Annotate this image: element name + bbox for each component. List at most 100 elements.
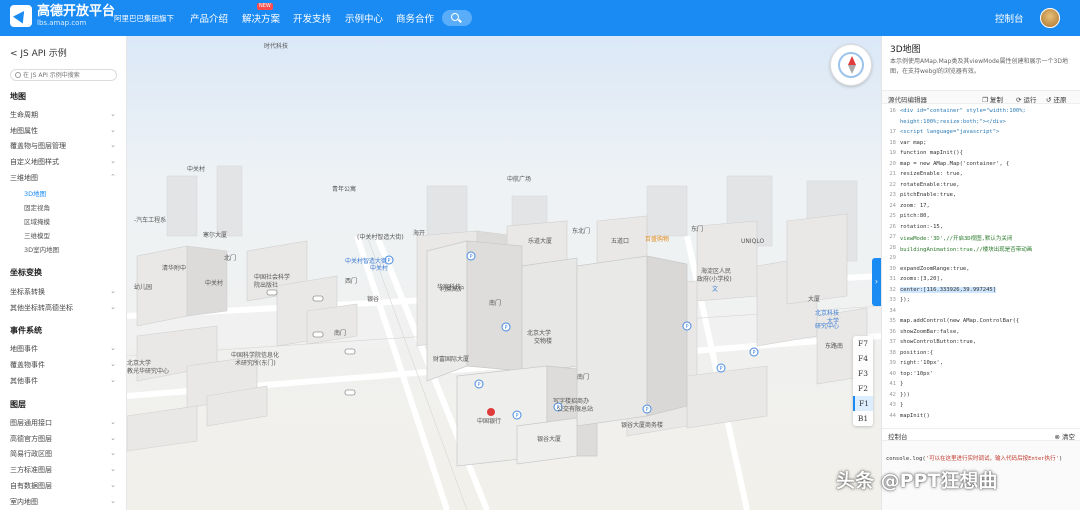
- nav-business[interactable]: 商务合作: [396, 11, 434, 25]
- map-label[interactable]: 青年公寓: [332, 184, 356, 193]
- nav-products[interactable]: 产品介绍: [190, 11, 228, 25]
- floor-f1[interactable]: F1: [853, 396, 873, 411]
- map-label[interactable]: -汽车工程系: [134, 215, 166, 224]
- sidebar-item-map-props[interactable]: 地图属性 ⌄: [10, 126, 116, 136]
- map-label[interactable]: UNIQLO: [741, 238, 764, 245]
- map-label[interactable]: 利莱高炉: [440, 284, 464, 293]
- sidebar-item-lifecycle[interactable]: 生命周期 ⌄: [10, 110, 116, 120]
- back-to-jsapi-examples[interactable]: < JS API 示例: [10, 46, 67, 59]
- map-label[interactable]: 教光华研究中心: [127, 366, 169, 375]
- sidebar-item-map-events[interactable]: 地图事件 ⌄: [10, 344, 116, 354]
- nav-dev-support[interactable]: 开发支持: [293, 11, 331, 25]
- sidebar-item-district[interactable]: 简易行政区图 ⌄: [10, 449, 116, 459]
- map-label[interactable]: 百盛购物: [645, 234, 669, 243]
- map-label[interactable]: 银谷大厦: [537, 434, 561, 443]
- map-label[interactable]: 幼儿园: [134, 282, 152, 291]
- map-label[interactable]: 交物楼: [534, 336, 552, 345]
- console-link[interactable]: 控制台: [995, 11, 1024, 25]
- map-label[interactable]: 中航广场: [507, 174, 531, 183]
- map-label[interactable]: 南门: [489, 298, 501, 307]
- sidebar-item-coord-convert[interactable]: 坐标系转换 ⌄: [10, 287, 116, 297]
- map-label[interactable]: 中国银行: [477, 416, 501, 425]
- amap-logo[interactable]: 高德开放平台 lbs.amap.com: [10, 5, 115, 27]
- map-label[interactable]: 大厦: [808, 294, 820, 303]
- floor-b1[interactable]: B1: [853, 411, 873, 426]
- floor-f7[interactable]: F7: [853, 336, 873, 351]
- map-label[interactable]: 财富国际大厦: [433, 354, 469, 363]
- sidebar-item-label: 自有数据图层: [10, 482, 52, 490]
- code-line: 42 })): [882, 392, 1080, 402]
- sidebar-sub-fixed-view[interactable]: 固定视角: [24, 202, 50, 212]
- sidebar-sub-3d-map[interactable]: 3D地图: [24, 188, 46, 198]
- panel-collapse-toggle[interactable]: ›: [872, 258, 881, 306]
- map-label[interactable]: 银谷大厦商务楼: [621, 420, 663, 429]
- map-label[interactable]: 海开: [413, 228, 425, 237]
- floor-f2[interactable]: F2: [853, 381, 873, 396]
- sidebar-item-official-layers[interactable]: 高德官方图层 ⌄: [10, 434, 116, 444]
- nav-solutions[interactable]: 解决方案: [242, 11, 280, 25]
- map-label[interactable]: 北京大学: [127, 358, 151, 367]
- map-label[interactable]: 政府(小学校): [697, 274, 732, 283]
- code-line: 29: [882, 255, 1080, 265]
- sidebar-item-other-events[interactable]: 其他事件 ⌄: [10, 376, 116, 386]
- code-line: 24 zoom: 17,: [882, 203, 1080, 213]
- sidebar-sub-3d-model[interactable]: 三维模型: [24, 230, 50, 240]
- line-number: 41: [889, 381, 896, 387]
- sidebar-item-other-coord[interactable]: 其他坐标转高德坐标 ⌄: [10, 303, 116, 313]
- map-label[interactable]: 文: [712, 284, 718, 293]
- sidebar-search[interactable]: [10, 69, 117, 81]
- map-label[interactable]: 北门: [224, 253, 236, 262]
- map-label[interactable]: 五道口: [611, 236, 629, 245]
- map-label[interactable]: 东北门: [572, 226, 590, 235]
- map-label[interactable]: 术研究所(东门): [235, 358, 276, 367]
- compass-control[interactable]: [830, 44, 872, 86]
- reset-button[interactable]: ↺ 还原: [1046, 94, 1067, 104]
- sidebar-sub-area-mask[interactable]: 区域掩模: [24, 216, 50, 226]
- code-text: map.addControl(new AMap.ControlBar({: [900, 318, 1020, 324]
- map-label[interactable]: 南门: [577, 372, 589, 381]
- map-label[interactable]: 西门: [345, 276, 357, 285]
- code-line: 43}: [882, 402, 1080, 412]
- sidebar-item-indoor[interactable]: 室内地图 ⌄: [10, 497, 116, 507]
- chevron-down-icon: ⌄: [110, 360, 116, 368]
- sidebar-item-third-party[interactable]: 三方标准图层 ⌄: [10, 465, 116, 475]
- sidebar-item-label: 其他坐标转高德坐标: [10, 304, 73, 312]
- map-label[interactable]: 东门: [691, 224, 703, 233]
- floor-f3[interactable]: F3: [853, 366, 873, 381]
- sidebar-item-overlay-events[interactable]: 覆盖物事件 ⌄: [10, 360, 116, 370]
- sidebar-item-own-data[interactable]: 自有数据图层 ⌄: [10, 481, 116, 491]
- map-label[interactable]: 银谷: [367, 294, 379, 303]
- sidebar-item-layer-api[interactable]: 图层通用接口 ⌄: [10, 418, 116, 428]
- run-label: 运行: [1023, 96, 1037, 104]
- map-label[interactable]: 寒尔大厦: [203, 230, 227, 239]
- map-label[interactable]: (中关村智造大街): [357, 232, 404, 241]
- code-text: <div id="container" style="width:100%;: [900, 108, 1026, 114]
- sidebar-search-input[interactable]: [23, 70, 115, 80]
- map-label[interactable]: 清华附中: [162, 263, 186, 272]
- floor-f4[interactable]: F4: [853, 351, 873, 366]
- map-label[interactable]: 中关村: [370, 263, 388, 272]
- alibaba-group-link[interactable]: 阿里巴巴集团旗下: [114, 13, 174, 24]
- sidebar-item-3d-map[interactable]: 三维地图 ⌃: [10, 173, 116, 183]
- sidebar-item-custom-style[interactable]: 自定义地图样式 ⌄: [10, 157, 116, 167]
- map-label[interactable]: 研究中心: [815, 321, 839, 330]
- nav-examples[interactable]: 示例中心: [345, 11, 383, 25]
- sidebar-item-overlay-layers[interactable]: 覆盖物与图层管理 ⌄: [10, 141, 116, 151]
- map-label[interactable]: 中关村: [205, 278, 223, 287]
- map-canvas[interactable]: PPP PPP PPP P 时代科技 中关村 青年公寓 中航广场 -汽车工程系 寒尔大厦(…: [127, 36, 881, 510]
- copy-button[interactable]: ❐ 复制: [982, 94, 1003, 104]
- run-button[interactable]: ⟳ 运行: [1016, 94, 1037, 104]
- console-input-line[interactable]: console.log('可以在这里进行实时调试，输入代码后按Enter执行'): [886, 454, 1062, 462]
- map-label[interactable]: 乐道大厦: [528, 236, 552, 245]
- map-label[interactable]: 公交有限总站: [557, 404, 593, 413]
- code-editor[interactable]: 16 <div id="container" style="width:100%;…: [882, 108, 1080, 428]
- map-label[interactable]: 院出版社: [254, 280, 278, 289]
- map-label[interactable]: 中关村: [187, 164, 205, 173]
- map-label[interactable]: 时代科技: [264, 41, 288, 50]
- map-label[interactable]: 南门: [334, 328, 346, 337]
- line-number: 36: [889, 328, 896, 335]
- nav-search-button[interactable]: [442, 10, 472, 26]
- sidebar-sub-3d-indoor[interactable]: 3D室内地图: [24, 244, 59, 254]
- user-avatar[interactable]: [1040, 8, 1060, 28]
- map-label[interactable]: 东路南: [825, 341, 843, 350]
